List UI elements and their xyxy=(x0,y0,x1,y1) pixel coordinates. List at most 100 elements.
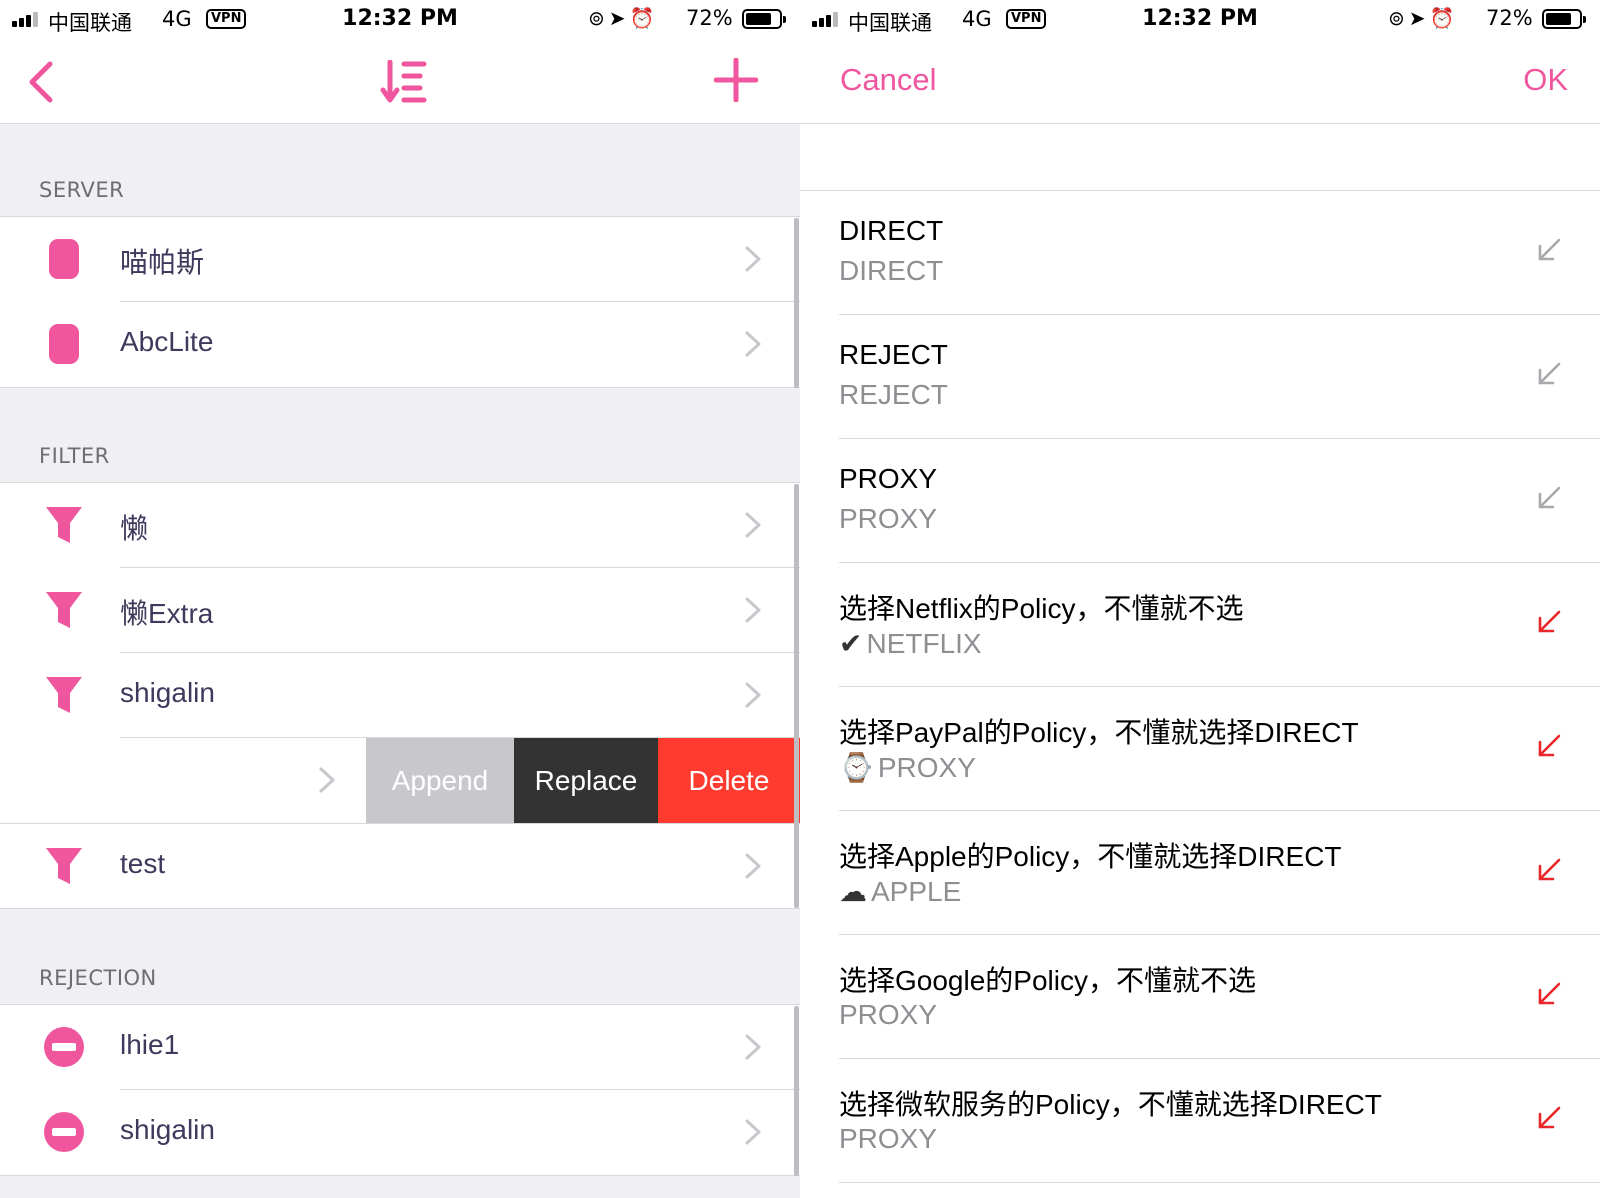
list-item[interactable]: AbcLite xyxy=(0,302,800,387)
policy-title: DIRECT xyxy=(839,215,944,246)
append-button[interactable]: Append xyxy=(366,738,514,823)
filter-icon xyxy=(46,592,82,628)
cancel-button[interactable]: Cancel xyxy=(840,62,937,98)
clock: 12:32 PM xyxy=(342,6,458,31)
sort-icon[interactable] xyxy=(380,60,428,104)
scrollbar[interactable] xyxy=(794,218,799,388)
chevron-right-icon xyxy=(745,853,761,879)
policy-value-text: PROXY xyxy=(877,752,976,783)
select-arrow-icon[interactable] xyxy=(1536,981,1562,1007)
policy-value: PROXY xyxy=(839,1123,937,1155)
chevron-right-icon xyxy=(745,512,761,538)
item-label: shigalin xyxy=(120,677,215,708)
battery-percent: 72% xyxy=(1486,6,1533,30)
item-label: 懒Extra xyxy=(120,598,214,629)
policy-row[interactable]: 选择Google的Policy，不懂就不选 PROXY xyxy=(800,935,1600,1059)
list-item[interactable]: 喵帕斯 xyxy=(0,217,800,302)
ok-button[interactable]: OK xyxy=(1523,62,1568,98)
select-arrow-icon[interactable] xyxy=(1536,237,1562,263)
back-chevron-icon[interactable] xyxy=(24,58,64,106)
policy-value: PROXY xyxy=(839,503,937,535)
scrollbar[interactable] xyxy=(794,484,799,908)
policy-value-text: NETFLIX xyxy=(866,628,982,659)
select-arrow-icon[interactable] xyxy=(1536,361,1562,387)
policy-list: DIRECT DIRECT REJECT REJECT PROXY PROXY 选择Netf… xyxy=(800,190,1600,1183)
filter-group: 懒 懒Extra shigalin Append Replace Delete … xyxy=(0,482,800,909)
policy-value: ✔ NETFLIX xyxy=(839,627,982,660)
section-header-server: SERVER xyxy=(39,178,125,202)
chevron-right-icon xyxy=(745,246,761,272)
policy-row[interactable]: 选择Apple的Policy，不懂就选择DIRECT ☁ APPLE xyxy=(800,811,1600,935)
policy-title: 选择PayPal的Policy，不懂就选择DIRECT xyxy=(839,717,1359,748)
chevron-right-icon xyxy=(745,1034,761,1060)
add-icon[interactable] xyxy=(714,58,758,102)
policy-title: 选择Netflix的Policy，不懂就不选 xyxy=(839,593,1244,624)
chevron-right-icon xyxy=(319,767,335,793)
list-item[interactable]: 懒Extra xyxy=(0,568,800,653)
scrollbar[interactable] xyxy=(794,1006,799,1176)
policy-row[interactable]: DIRECT DIRECT xyxy=(800,191,1600,315)
item-label: lhie1 xyxy=(120,1029,180,1060)
item-label: AbcLite xyxy=(120,326,214,357)
policy-row[interactable]: 选择微软服务的Policy，不懂就选择DIRECT PROXY xyxy=(800,1059,1600,1183)
policy-value-text: REJECT xyxy=(839,379,948,410)
policy-value-text: DIRECT xyxy=(839,255,944,286)
section-header-rejection: REJECTION xyxy=(39,966,157,990)
status-icons: ⊚➤⏰ xyxy=(1388,6,1459,30)
policy-value-text: PROXY xyxy=(839,503,938,534)
policy-title: 选择Google的Policy，不懂就不选 xyxy=(839,965,1256,996)
policy-value-text: PROXY xyxy=(839,999,938,1030)
chevron-right-icon xyxy=(745,597,761,623)
item-label: 懒 xyxy=(120,513,149,544)
policy-value-text: APPLE xyxy=(871,876,962,907)
reject-icon xyxy=(44,1112,84,1152)
policy-value: DIRECT xyxy=(839,255,943,287)
delete-button[interactable]: Delete xyxy=(658,738,800,823)
server-icon xyxy=(49,324,79,364)
policy-emoji-icon: ⌚ xyxy=(839,752,874,783)
section-header-filter: FILTER xyxy=(39,444,110,468)
policy-title: PROXY xyxy=(839,463,938,494)
list-item[interactable]: lhie1 xyxy=(0,1005,800,1090)
policy-row[interactable]: PROXY PROXY xyxy=(800,439,1600,563)
battery-percent: 72% xyxy=(686,6,733,30)
select-arrow-icon[interactable] xyxy=(1536,733,1562,759)
server-icon xyxy=(49,239,79,279)
filter-icon xyxy=(46,677,82,713)
clock: 12:32 PM xyxy=(1142,6,1258,31)
battery-icon xyxy=(742,9,786,29)
policy-value-text: PROXY xyxy=(839,1123,938,1154)
chevron-right-icon xyxy=(745,331,761,357)
policy-title: 选择微软服务的Policy，不懂就选择DIRECT xyxy=(839,1089,1382,1120)
status-icons: ⊚➤⏰ xyxy=(588,6,659,30)
policy-value: ⌚ PROXY xyxy=(839,751,976,784)
policy-row[interactable]: 选择PayPal的Policy，不懂就选择DIRECT ⌚ PROXY xyxy=(800,687,1600,811)
policy-emoji-icon: ☁ xyxy=(839,876,867,907)
right-screen: 中国联通 4G VPN 12:32 PM ⊚➤⏰ 72% Cancel OK D… xyxy=(800,0,1600,1198)
swiped-list-item[interactable]: Append Replace Delete xyxy=(0,738,800,823)
policy-emoji-icon: ✔ xyxy=(839,628,863,659)
list-item[interactable]: 懒 xyxy=(0,483,800,568)
select-arrow-icon[interactable] xyxy=(1536,857,1562,883)
server-group: 喵帕斯 AbcLite xyxy=(0,216,800,388)
status-bar: 中国联通 4G VPN 12:32 PM ⊚➤⏰ 72% xyxy=(0,0,800,40)
policy-value: REJECT xyxy=(839,379,948,411)
list-item[interactable]: test xyxy=(0,823,800,908)
list-item[interactable]: shigalin xyxy=(0,653,800,738)
battery-icon xyxy=(1542,9,1586,29)
filter-icon xyxy=(46,507,82,543)
select-arrow-icon[interactable] xyxy=(1536,1105,1562,1131)
rejection-group: lhie1 shigalin xyxy=(0,1004,800,1176)
filter-icon xyxy=(46,848,82,884)
chevron-right-icon xyxy=(745,682,761,708)
policy-row[interactable]: 选择Netflix的Policy，不懂就不选 ✔ NETFLIX xyxy=(800,563,1600,687)
select-arrow-icon[interactable] xyxy=(1536,485,1562,511)
policy-title: 选择Apple的Policy，不懂就选择DIRECT xyxy=(839,841,1342,872)
chevron-right-icon xyxy=(745,1119,761,1145)
list-item[interactable]: shigalin xyxy=(0,1090,800,1175)
item-label: shigalin xyxy=(120,1114,215,1145)
reject-icon xyxy=(44,1027,84,1067)
policy-row[interactable]: REJECT REJECT xyxy=(800,315,1600,439)
replace-button[interactable]: Replace xyxy=(514,738,658,823)
select-arrow-icon[interactable] xyxy=(1536,609,1562,635)
